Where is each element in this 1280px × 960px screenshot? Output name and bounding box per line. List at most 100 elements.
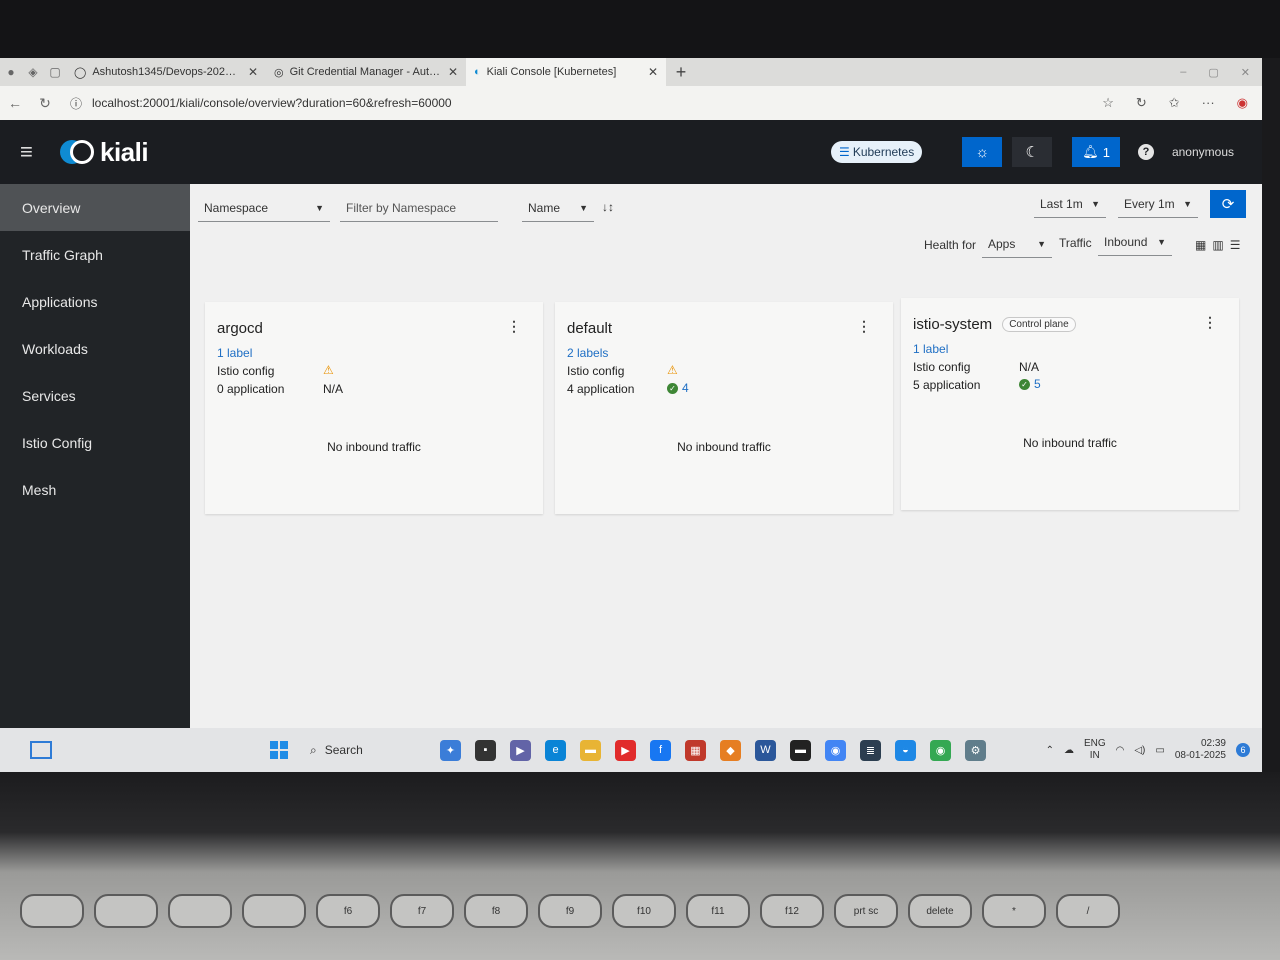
applications-health-value: 5 (1034, 377, 1041, 391)
wifi-icon[interactable]: ◠ (1116, 745, 1125, 756)
chevron-up-icon[interactable]: ⌃ (1046, 745, 1054, 756)
workspaces-icon[interactable]: ◈ (22, 58, 44, 86)
file-explorer-icon[interactable]: ▬ (580, 739, 601, 761)
minimize-icon[interactable]: – (1180, 66, 1186, 79)
docker-icon[interactable]: ◒ (895, 739, 916, 761)
namespace-labels-link[interactable]: 1 label (217, 346, 252, 360)
namespace-labels-link[interactable]: 1 label (913, 342, 948, 356)
reload-icon[interactable]: ↻ (30, 95, 60, 112)
help-icon[interactable]: ? (1137, 144, 1154, 160)
kebab-menu-icon[interactable]: ⋮ (507, 318, 521, 335)
browser-tab[interactable]: ◯ Ashutosh1345/Devops-2025-proj ✕ (66, 58, 266, 86)
battery-icon[interactable]: ▭ (1155, 745, 1164, 756)
applications-health[interactable]: ✓ 4 (667, 381, 689, 395)
close-tab-icon[interactable]: ✕ (248, 65, 258, 79)
tab-actions-icon[interactable]: ▢ (44, 58, 66, 86)
namespace-title[interactable]: default (567, 320, 612, 337)
more-options-icon[interactable]: ··· (1202, 95, 1215, 111)
istio-config-status[interactable]: ⚠ (323, 363, 334, 377)
close-tab-icon[interactable]: ✕ (448, 65, 458, 79)
sort-select[interactable]: Name ▼ (522, 194, 594, 222)
namespace-title[interactable]: argocd (217, 320, 263, 337)
info-icon[interactable]: ⓘ (70, 95, 82, 112)
refresh-interval-select[interactable]: Every 1m ▼ (1118, 190, 1198, 218)
onedrive-icon[interactable]: ☁ (1064, 745, 1074, 756)
profile-icon[interactable]: ● (0, 58, 22, 86)
kiali-logo[interactable]: kiali (60, 137, 149, 168)
teams-icon[interactable]: ▶ (510, 739, 531, 761)
back-icon[interactable]: ← (0, 95, 30, 111)
traffic-status: No inbound traffic (1023, 436, 1117, 450)
git-icon[interactable]: ◆ (720, 739, 741, 761)
close-window-icon[interactable]: ✕ (1241, 66, 1250, 79)
close-tab-icon[interactable]: ✕ (648, 65, 658, 79)
browser-tab[interactable]: ◎ Git Credential Manager - Authent ✕ (266, 58, 466, 86)
browser-tab-active[interactable]: ◐ Kiali Console [Kubernetes] ✕ (466, 58, 666, 86)
kebab-menu-icon[interactable]: ⋮ (857, 318, 871, 335)
refresh-button[interactable]: ⟳ (1210, 190, 1246, 218)
namespace-labels-link[interactable]: 2 labels (567, 346, 608, 360)
sidebar-item-traffic-graph[interactable]: Traffic Graph (0, 231, 190, 278)
widgets-icon[interactable] (30, 741, 52, 759)
sidebar-item-services[interactable]: Services (0, 372, 190, 419)
sidebar-item-overview[interactable]: Overview (0, 184, 190, 231)
taskbar-search[interactable]: ⌕ Search (310, 743, 430, 758)
facebook-icon[interactable]: f (650, 739, 671, 761)
namespace-card: istio-system Control plane ⋮ 1 label Ist… (901, 298, 1239, 510)
namespace-title[interactable]: istio-system Control plane (913, 316, 1076, 333)
function-key-row: f6 f7 f8 f9 f10 f11 f12 prt sc delete * … (20, 894, 1120, 928)
applications-health[interactable]: ✓ 5 (1019, 377, 1041, 391)
list-view-icon[interactable]: ☰ (1230, 238, 1241, 252)
hamburger-menu-icon[interactable]: ≡ (20, 139, 50, 165)
sidebar-item-applications[interactable]: Applications (0, 278, 190, 325)
settings-icon[interactable]: ⚙ (965, 739, 986, 761)
sidebar-item-mesh[interactable]: Mesh (0, 466, 190, 513)
word-icon[interactable]: W (755, 739, 776, 761)
sun-icon: ☼ (975, 143, 990, 161)
new-tab-button[interactable]: + (666, 62, 696, 83)
sidebar-item-workloads[interactable]: Workloads (0, 325, 190, 372)
namespace-filter-input[interactable]: Filter by Namespace (340, 194, 498, 222)
favorites-icon[interactable]: ✩ (1169, 95, 1180, 111)
expanded-view-icon[interactable]: ▦ (1195, 238, 1206, 252)
edge-icon[interactable]: e (545, 739, 566, 761)
store-icon[interactable]: ▦ (685, 739, 706, 761)
task-view-icon[interactable]: ▪ (475, 739, 496, 761)
warning-icon: ⚠ (667, 363, 678, 377)
address-bar[interactable]: ⓘ localhost:20001/kiali/console/overview… (70, 95, 452, 112)
keyboard-key: f9 (538, 894, 602, 928)
youtube-icon[interactable]: ▶ (615, 739, 636, 761)
light-theme-button[interactable]: ☼ (962, 137, 1003, 167)
traffic-direction-select[interactable]: Inbound ▼ (1098, 228, 1172, 256)
notifications-button[interactable]: 🔔︎ 1 (1072, 137, 1120, 167)
copilot-app-icon[interactable]: ✦ (440, 739, 461, 761)
notification-center-badge[interactable]: 6 (1236, 743, 1250, 757)
volume-icon[interactable]: ◁) (1134, 745, 1145, 756)
sync-icon: ⟳ (1221, 196, 1235, 213)
sidebar-item-istio-config[interactable]: Istio Config (0, 419, 190, 466)
language-indicator[interactable]: ENG IN (1084, 738, 1106, 762)
duration-select[interactable]: Last 1m ▼ (1034, 190, 1106, 218)
compact-view-icon[interactable]: ▥ (1212, 238, 1223, 252)
health-for-select[interactable]: Apps ▼ (982, 230, 1052, 258)
terminal-icon[interactable]: ▬ (790, 739, 811, 761)
start-button[interactable] (270, 741, 288, 759)
kebab-menu-icon[interactable]: ⋮ (1203, 314, 1217, 331)
user-menu[interactable]: anonymous (1172, 145, 1234, 159)
filter-type-select[interactable]: Namespace ▼ (198, 194, 330, 222)
address-bar-row: ← ↻ ⓘ localhost:20001/kiali/console/over… (0, 86, 1262, 120)
favorite-star-icon[interactable]: ☆ (1102, 95, 1114, 111)
maximize-icon[interactable]: ▢ (1208, 66, 1218, 79)
caret-down-icon: ▼ (1037, 238, 1046, 249)
sort-direction-icon[interactable]: ↓↕ (602, 200, 614, 214)
chrome-profile-icon[interactable]: ◉ (930, 739, 951, 761)
dark-theme-button[interactable]: ☾ (1012, 137, 1053, 167)
refresh-extension-icon[interactable]: ↻ (1136, 95, 1147, 111)
window-controls: – ▢ ✕ (1180, 66, 1262, 79)
namespace-card: argocd ⋮ 1 label Istio config ⚠ 0 applic… (205, 302, 543, 514)
notepad-icon[interactable]: ≣ (860, 739, 881, 761)
istio-config-status[interactable]: ⚠ (667, 363, 678, 377)
clock[interactable]: 02:39 08-01-2025 (1175, 738, 1226, 762)
chrome-icon[interactable]: ◉ (825, 739, 846, 761)
copilot-icon[interactable]: ◉ (1237, 95, 1248, 111)
